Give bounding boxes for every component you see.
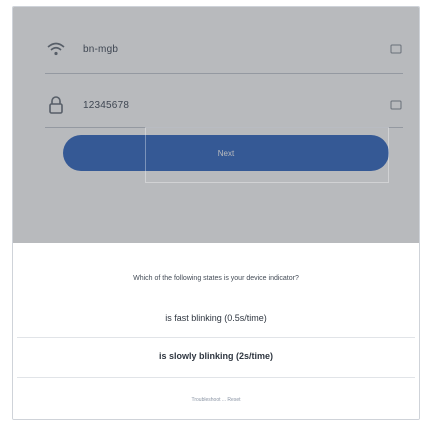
option-divider	[17, 337, 415, 338]
option-fast-blinking[interactable]: is fast blinking (0.5s/time)	[13, 301, 419, 335]
indicator-state-sheet: Which of the following states is your de…	[13, 251, 419, 419]
option-divider	[17, 377, 415, 378]
screen-frame: bn-mgb 12345678 Next Which of the follow…	[12, 6, 420, 420]
sheet-question: Which of the following states is your de…	[133, 275, 299, 282]
focus-highlight	[145, 127, 389, 183]
sheet-footer-link[interactable]: Troubleshoot ... Reset	[13, 397, 419, 403]
modal-overlay[interactable]	[13, 7, 419, 243]
option-slow-blinking[interactable]: is slowly blinking (2s/time)	[13, 339, 419, 373]
